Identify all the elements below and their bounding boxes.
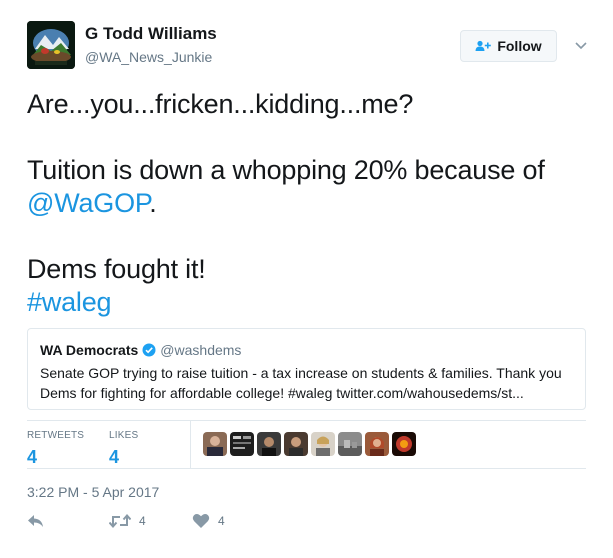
- tweet-header: G Todd Williams @WA_News_Junkie Follow: [27, 21, 597, 73]
- retweet-count: 4: [139, 514, 146, 528]
- author-handle[interactable]: @WA_News_Junkie: [85, 47, 217, 67]
- reply-icon: [27, 513, 45, 529]
- follow-button-label: Follow: [497, 38, 542, 54]
- reply-button[interactable]: [27, 513, 45, 529]
- mention-link[interactable]: @WaGOP: [27, 188, 149, 218]
- liker-avatar[interactable]: [338, 432, 362, 456]
- add-user-icon: [475, 40, 492, 52]
- liker-avatar[interactable]: [311, 432, 335, 456]
- tweet-line: @WaGOP.: [27, 187, 587, 220]
- tweet-line: Are...you...fricken...kidding...me?: [27, 89, 414, 119]
- tweet-period: .: [149, 188, 157, 218]
- retweets-stat[interactable]: RETWEETS 4: [27, 430, 84, 468]
- verified-badge-icon: [142, 343, 156, 357]
- tweet-line: #waleg: [27, 286, 587, 319]
- author-name-block[interactable]: G Todd Williams @WA_News_Junkie: [85, 23, 217, 67]
- like-button[interactable]: 4: [192, 513, 225, 529]
- retweets-label: RETWEETS: [27, 430, 85, 441]
- tweet-line: Dems fought it!: [27, 254, 206, 284]
- author-display-name[interactable]: G Todd Williams: [85, 23, 217, 45]
- tweet-line-text: Tuition is down a whopping 20% because o…: [27, 155, 545, 185]
- liker-avatar[interactable]: [203, 432, 227, 456]
- quoted-display-name: WA Democrats: [40, 342, 139, 358]
- quoted-tweet-header: WA Democrats @washdems: [40, 341, 573, 359]
- retweet-icon: [109, 513, 131, 529]
- quoted-tweet[interactable]: WA Democrats @washdems Senate GOP trying…: [27, 328, 586, 410]
- likes-count[interactable]: 4: [109, 446, 138, 468]
- liker-avatar[interactable]: [284, 432, 308, 456]
- quoted-handle: @washdems: [160, 342, 242, 358]
- tweet-text: Are...you...fricken...kidding...me? Tuit…: [27, 88, 587, 319]
- author-avatar[interactable]: [27, 21, 75, 69]
- tweet-line: Tuition is down a whopping 20% because o…: [27, 154, 587, 187]
- retweets-count[interactable]: 4: [27, 446, 84, 468]
- hashtag-link[interactable]: #waleg: [27, 287, 112, 317]
- chevron-down-icon[interactable]: [574, 38, 588, 52]
- liker-avatar[interactable]: [365, 432, 389, 456]
- tweet-timestamp[interactable]: 3:22 PM - 5 Apr 2017: [27, 483, 159, 501]
- divider: [27, 420, 586, 421]
- liker-avatars: [203, 432, 419, 456]
- liker-avatar[interactable]: [392, 432, 416, 456]
- retweet-button[interactable]: 4: [109, 513, 146, 529]
- divider: [190, 421, 191, 468]
- heart-icon: [192, 513, 210, 529]
- liker-avatar[interactable]: [257, 432, 281, 456]
- follow-button[interactable]: Follow: [460, 30, 557, 62]
- like-count: 4: [218, 514, 225, 528]
- liker-avatar[interactable]: [230, 432, 254, 456]
- divider: [27, 468, 586, 469]
- quoted-tweet-text: Senate GOP trying to raise tuition - a t…: [40, 365, 562, 401]
- likes-label: LIKES: [109, 430, 139, 441]
- likes-stat[interactable]: LIKES 4: [109, 430, 138, 468]
